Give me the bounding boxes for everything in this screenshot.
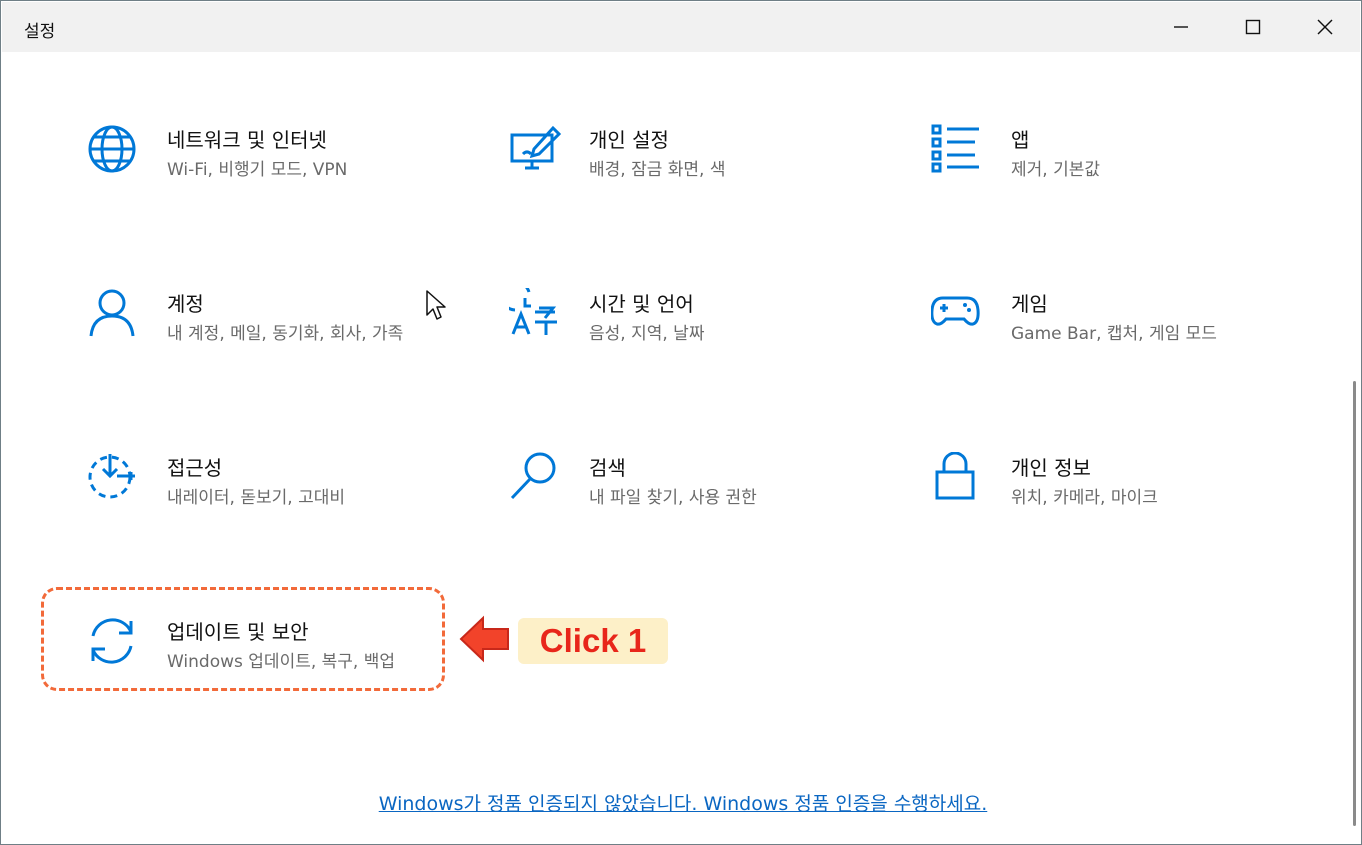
tile-privacy[interactable]: 개인 정보 위치, 카메라, 마이크 <box>931 452 1271 552</box>
tile-label: 개인 정보 <box>1011 456 1091 480</box>
tile-description: 음성, 지역, 날짜 <box>589 324 705 344</box>
pointer-arrow-icon <box>459 615 509 663</box>
tile-time-language[interactable]: 시간 및 언어 음성, 지역, 날짜 <box>509 288 849 388</box>
gamepad-icon <box>931 296 980 326</box>
title-bar[interactable]: 설정 <box>2 2 1360 52</box>
personalization-icon <box>510 125 562 170</box>
tile-description: 내레이터, 돋보기, 고대비 <box>167 488 346 508</box>
minimize-icon <box>1174 26 1188 28</box>
highlight-box <box>41 587 445 691</box>
tile-label: 개인 설정 <box>589 128 669 152</box>
lock-icon <box>935 452 975 500</box>
tile-apps[interactable]: 앱 제거, 기본값 <box>931 124 1271 224</box>
click-step-label: Click 1 <box>539 622 647 659</box>
activation-link-text: Windows가 정품 인증되지 않았습니다. Windows 정품 인증을 수… <box>378 793 988 815</box>
activation-link[interactable]: Windows가 정품 인증되지 않았습니다. Windows 정품 인증을 수… <box>1 789 1362 816</box>
accessibility-icon <box>88 454 135 499</box>
tile-accounts[interactable]: 계정 내 계정, 메일, 동기화, 회사, 가족 <box>87 288 427 388</box>
tile-label: 접근성 <box>167 456 223 480</box>
tile-personalization[interactable]: 개인 설정 배경, 잠금 화면, 색 <box>509 124 849 224</box>
tile-description: 내 파일 찾기, 사용 권한 <box>589 488 757 508</box>
tile-label: 시간 및 언어 <box>589 292 694 316</box>
tile-label: 게임 <box>1011 292 1048 316</box>
tile-gaming[interactable]: 게임 Game Bar, 캡처, 게임 모드 <box>931 288 1271 388</box>
tile-label: 계정 <box>167 292 204 316</box>
tile-label: 검색 <box>589 456 626 480</box>
globe-icon <box>88 125 136 173</box>
maximize-button[interactable] <box>1218 2 1288 52</box>
tile-network[interactable]: 네트워크 및 인터넷 Wi-Fi, 비행기 모드, VPN <box>87 124 427 224</box>
tile-label: 앱 <box>1011 128 1030 152</box>
tile-description: 제거, 기본값 <box>1011 160 1101 180</box>
apps-list-icon <box>931 124 979 173</box>
time-language-icon <box>509 288 557 335</box>
window-title: 설정 <box>24 22 56 42</box>
person-icon <box>89 289 135 337</box>
minimize-button[interactable] <box>1146 2 1216 52</box>
search-icon <box>510 452 556 500</box>
mouse-cursor-icon <box>426 290 446 320</box>
tile-description: Game Bar, 캡처, 게임 모드 <box>1011 324 1217 344</box>
tile-accessibility[interactable]: 접근성 내레이터, 돋보기, 고대비 <box>87 452 427 552</box>
click-step-badge: Click 1 <box>518 618 668 664</box>
close-button[interactable] <box>1290 2 1360 52</box>
tile-description: 배경, 잠금 화면, 색 <box>589 160 726 180</box>
tile-search[interactable]: 검색 내 파일 찾기, 사용 권한 <box>509 452 849 552</box>
vertical-scrollbar[interactable] <box>1353 381 1356 826</box>
close-icon <box>1317 19 1333 35</box>
settings-window: 설정 네트워크 및 인터넷 Wi-Fi, 비행기 모드, VPN 개인 설정 배… <box>0 0 1362 845</box>
tile-description: 위치, 카메라, 마이크 <box>1011 488 1158 508</box>
tile-description: 내 계정, 메일, 동기화, 회사, 가족 <box>167 324 404 344</box>
tile-label: 네트워크 및 인터넷 <box>167 128 327 152</box>
tile-description: Wi-Fi, 비행기 모드, VPN <box>167 160 348 180</box>
maximize-icon <box>1245 19 1261 35</box>
